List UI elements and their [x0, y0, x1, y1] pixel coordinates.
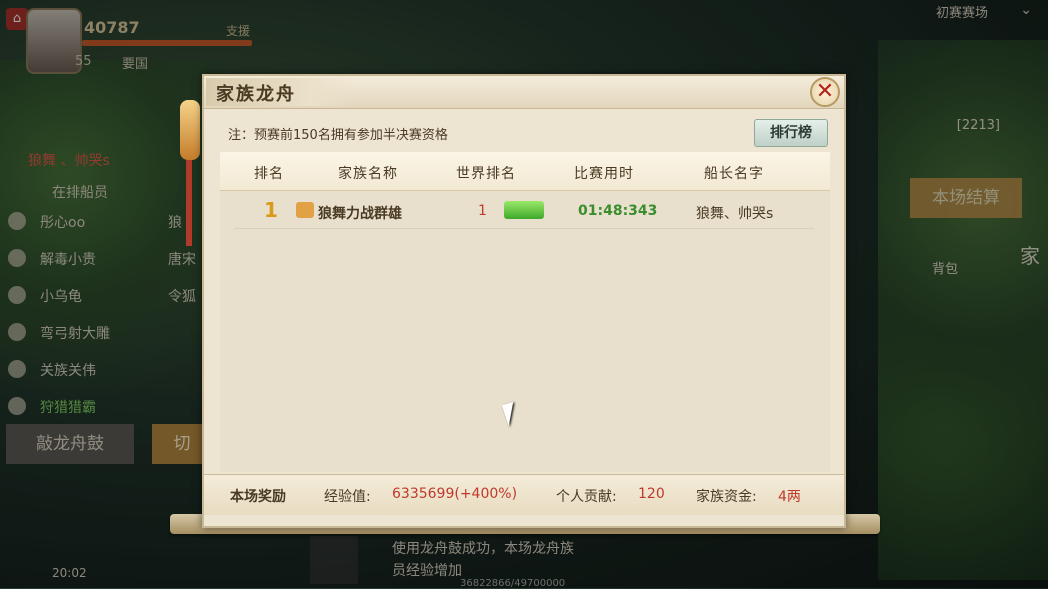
- row-race-time: 01:48:343: [578, 203, 658, 219]
- reward-footer: 本场奖励 经验值: 6335699(+400%) 个人贡献: 120 家族资金:…: [204, 474, 844, 515]
- col-rank: 排名: [254, 166, 284, 182]
- close-icon: ✕: [815, 79, 835, 104]
- family-badge-icon: [296, 202, 314, 218]
- fund-label: 家族资金:: [696, 489, 757, 505]
- dialog-title: 家族龙舟: [216, 84, 296, 105]
- row-captain: 狼舞、帅哭s: [696, 206, 774, 222]
- contribution-label: 个人贡献:: [556, 489, 617, 505]
- fund-value: 4两: [778, 489, 801, 505]
- exp-value: 6335699(+400%): [392, 486, 518, 502]
- qualification-note: 注：预赛前150名拥有参加半决赛资格: [228, 128, 448, 143]
- col-world-rank: 世界排名: [456, 166, 516, 182]
- vip-badge-icon: [504, 201, 544, 219]
- family-dragon-boat-dialog: 家族龙舟 ✕ 注：预赛前150名拥有参加半决赛资格 排行榜 排名 家族名称 世界…: [202, 74, 846, 528]
- contribution-value: 120: [638, 486, 665, 502]
- col-captain: 船长名字: [704, 166, 764, 182]
- lantern-decoration: [180, 100, 200, 160]
- table-header: 排名 家族名称 世界排名 比赛用时 船长名字: [220, 152, 830, 191]
- reward-label: 本场奖励: [230, 489, 286, 505]
- table-row[interactable]: 1 狼舞力战群雄 1 01:48:343 狼舞、帅哭s: [234, 194, 814, 229]
- col-race-time: 比赛用时: [574, 166, 634, 182]
- row-family-name: 狼舞力战群雄: [318, 206, 402, 222]
- lantern-tassel: [186, 160, 192, 246]
- row-rank: 1: [264, 198, 278, 222]
- exp-label: 经验值:: [324, 489, 371, 505]
- dialog-header: 家族龙舟 ✕: [204, 76, 844, 109]
- col-family-name: 家族名称: [338, 166, 398, 182]
- leaderboard-button[interactable]: 排行榜: [754, 119, 828, 147]
- ranking-table: 排名 家族名称 世界排名 比赛用时 船长名字 1 狼舞力战群雄 1 01:48:…: [220, 152, 830, 472]
- close-button[interactable]: ✕: [810, 77, 840, 107]
- row-world-rank: 1: [478, 203, 487, 219]
